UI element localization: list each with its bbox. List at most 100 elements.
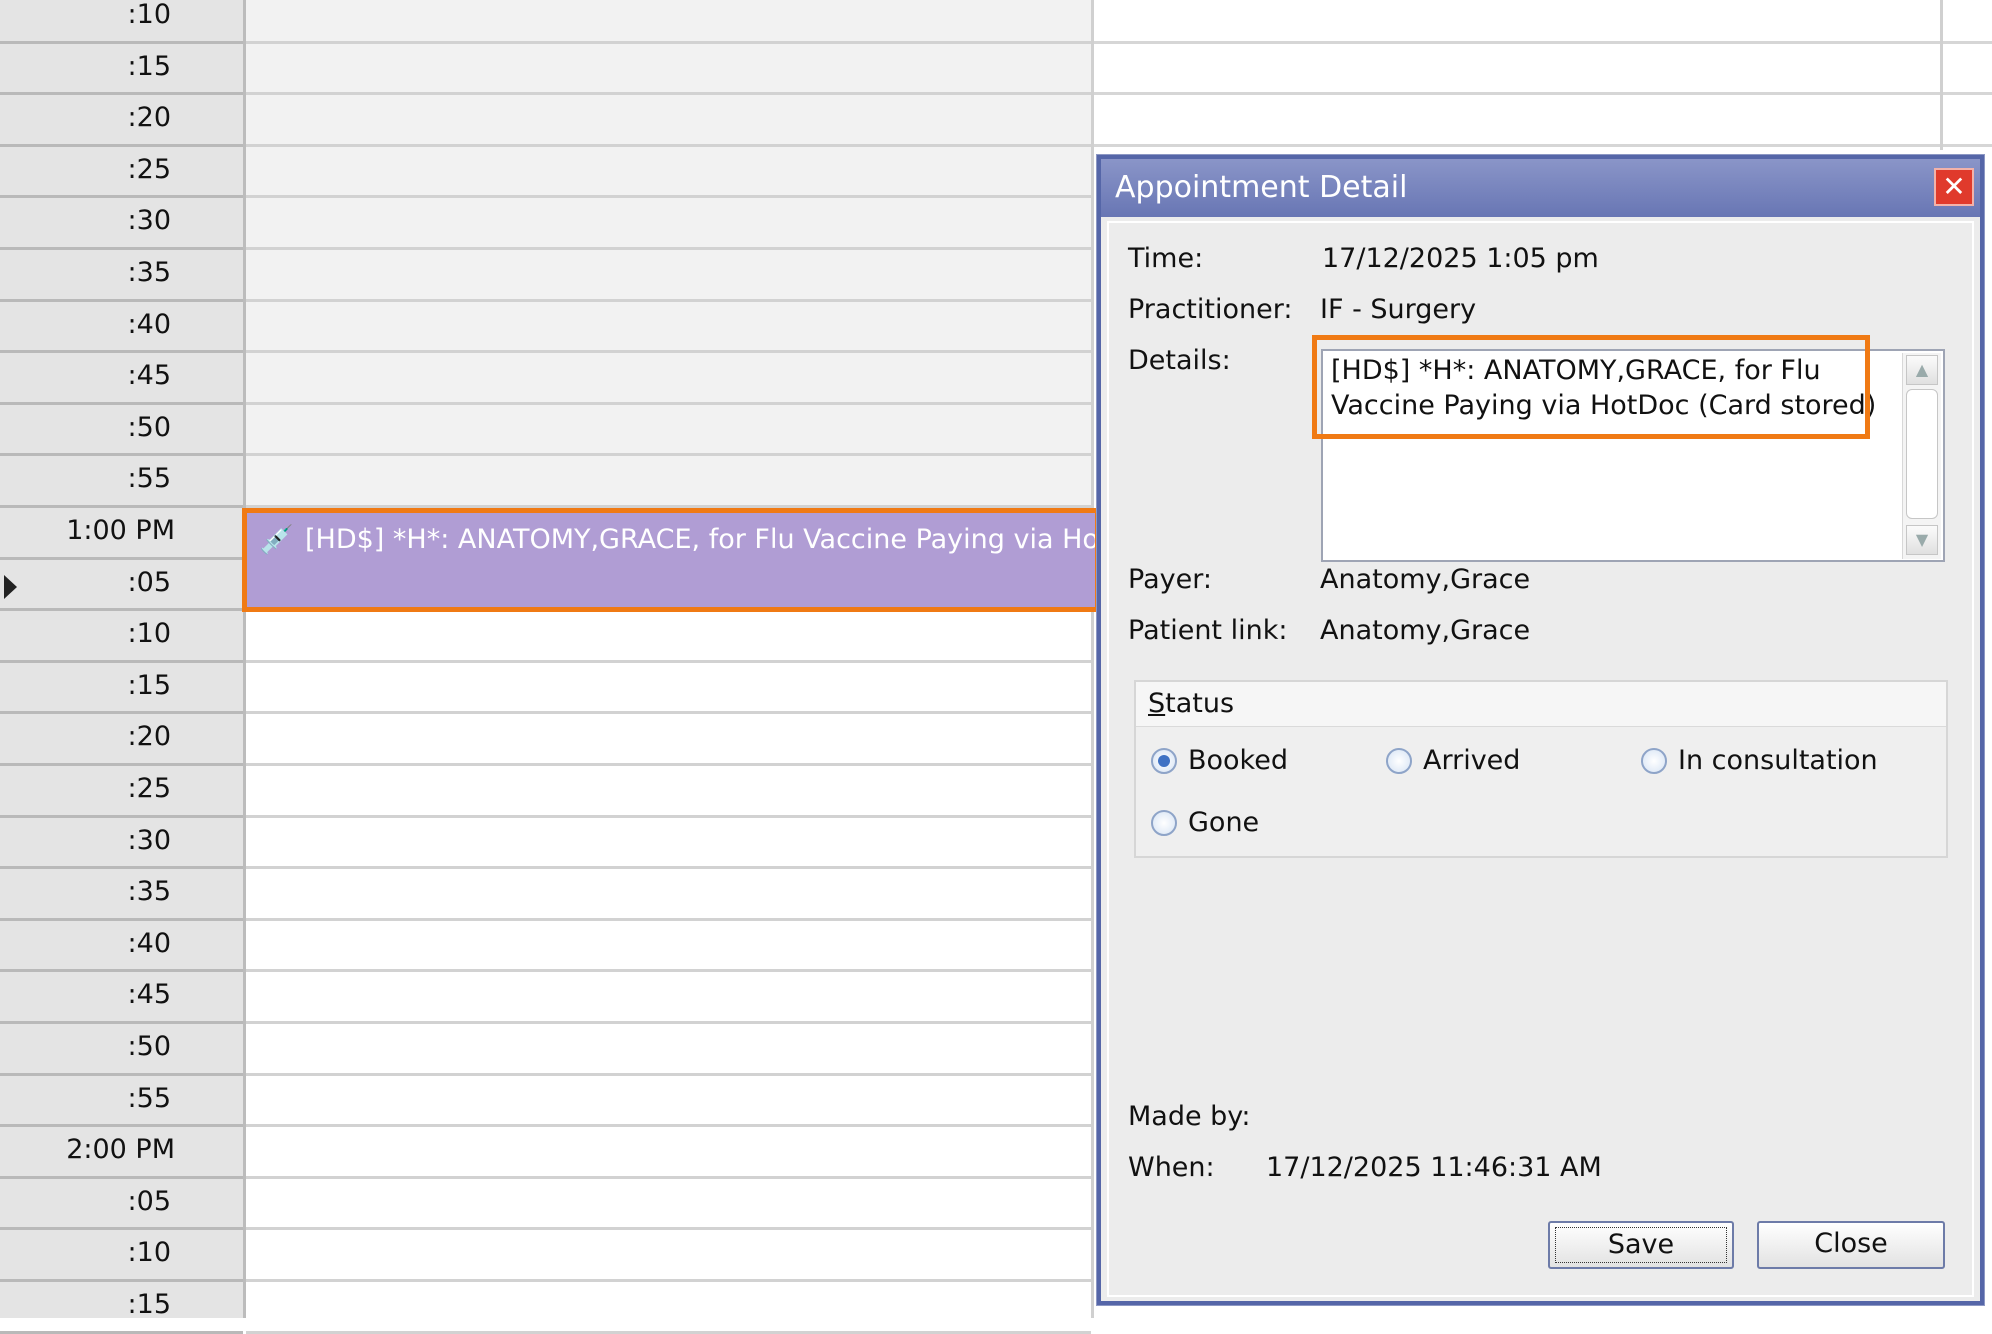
time-slot-label: :25 [0,766,243,818]
time-slot[interactable] [246,1282,1091,1334]
time-slot-label: :50 [0,405,243,457]
time-slot-label: :05 [0,560,243,612]
time-value: 17/12/2025 1:05 pm [1322,243,1599,274]
time-slot[interactable] [246,972,1091,1024]
practitioner-column [246,0,1091,1334]
time-label-text: :25 [127,153,171,185]
time-slot-label: 1:00 PM [0,508,243,560]
time-slot[interactable] [246,250,1091,302]
status-header: Status [1136,682,1946,727]
time-slot-label: :10 [0,1230,243,1282]
time-slot-label: :45 [0,972,243,1024]
scroll-thumb[interactable] [1906,389,1938,519]
time-slot[interactable] [246,0,1091,44]
time-label-text: :20 [127,102,171,134]
appointment-text: [HD$] *H*: ANATOMY,GRACE, for Flu Vaccin… [305,524,1099,555]
time-slot-label: :20 [0,95,243,147]
time-slot[interactable] [246,198,1091,250]
time-slot-label: :55 [0,456,243,508]
time-slot-label: :15 [0,663,243,715]
time-label-text: :10 [127,618,171,650]
time-slot[interactable] [246,817,1091,870]
time-slot[interactable] [246,611,1091,663]
status-title: Status [1148,688,1235,719]
time-label-text: :30 [127,824,171,856]
time-slot-label: :10 [0,0,243,44]
time-label-text: :55 [127,1082,171,1114]
time-slot-label: :15 [0,1282,243,1334]
time-label-text: :50 [127,411,171,443]
details-scrollbar[interactable]: ▲ ▼ [1902,353,1941,559]
time-slot[interactable] [246,301,1091,354]
time-slot[interactable] [246,404,1091,457]
time-slot-label: :10 [0,611,243,663]
time-slot-label: :50 [0,1024,243,1076]
time-label-text: :45 [127,979,171,1011]
time-slot[interactable] [246,662,1091,715]
time-label-text: :45 [127,360,171,392]
gone-radio[interactable] [1151,810,1177,836]
time-label-text: :05 [127,1185,171,1217]
time-slot[interactable] [246,920,1091,973]
time-slot-label: :15 [0,44,243,96]
time-slot[interactable] [246,1127,1091,1179]
time-label-text: :35 [127,876,171,908]
time-label-text: :25 [127,773,171,804]
syringe-icon: 💉 [259,523,294,556]
practitioner-value: IF - Surgery [1320,294,1477,325]
time-label-text: :20 [127,721,171,753]
practitioner-label: Practitioner: [1128,294,1293,325]
booked-label: Booked [1188,745,1288,776]
arrived-label: Arrived [1423,745,1521,776]
time-label-text: :15 [127,1289,171,1320]
time-slot[interactable] [1094,95,1992,147]
time-slot-label: :45 [0,353,243,405]
close-button[interactable]: Close [1757,1221,1945,1269]
time-slot-label: :40 [0,302,243,354]
time-slot[interactable] [246,1230,1091,1282]
booked-radio[interactable] [1151,748,1177,774]
time-slot[interactable] [246,353,1091,405]
save-button-label: Save [1555,1227,1727,1263]
made-by-label: Made by: [1128,1101,1251,1132]
time-slot[interactable] [246,1178,1091,1231]
payer-label: Payer: [1128,564,1212,595]
time-slot[interactable] [246,869,1091,921]
time-slot[interactable] [246,146,1091,199]
time-slot[interactable] [246,766,1091,818]
in-consultation-label: In consultation [1678,745,1878,776]
time-slot[interactable] [246,43,1091,96]
save-button[interactable]: Save [1548,1221,1734,1269]
close-icon[interactable]: ✕ [1934,168,1974,206]
time-slot[interactable] [1094,0,1992,44]
time-slot[interactable] [246,456,1091,508]
scroll-up-icon[interactable]: ▲ [1906,355,1938,385]
time-slot-label: :05 [0,1179,243,1231]
time-slot-label: :20 [0,714,243,766]
appointment-block[interactable]: 💉 [HD$] *H*: ANATOMY,GRACE, for Flu Vacc… [242,508,1100,612]
details-label: Details: [1128,345,1231,376]
time-label-text: :10 [127,1237,171,1269]
dialog-titlebar[interactable]: Appointment Detail ✕ [1101,159,1980,217]
scroll-down-icon[interactable]: ▼ [1906,525,1938,555]
time-slot[interactable] [246,1024,1091,1076]
time-slot[interactable] [246,95,1091,147]
dialog-title: Appointment Detail [1115,170,1408,205]
in-consultation-radio[interactable] [1641,748,1667,774]
when-label: When: [1128,1152,1215,1183]
time-slot[interactable] [246,714,1091,766]
details-textarea[interactable]: [HD$] *H*: ANATOMY,GRACE, for Flu Vaccin… [1321,349,1945,562]
time-slot-label: :30 [0,818,243,870]
time-slot-label: :55 [0,1076,243,1128]
time-slot-label: :25 [0,147,243,199]
time-label-text: :35 [127,257,171,288]
arrived-radio[interactable] [1386,748,1412,774]
time-label: Time: [1128,243,1204,274]
time-slot[interactable] [246,1075,1091,1128]
payer-value: Anatomy,Grace [1320,564,1531,595]
time-slot-label: :35 [0,250,243,302]
time-label-text: :05 [127,566,171,598]
time-slot[interactable] [1094,44,1992,96]
status-group: Status Booked Arrived In consultation Go… [1134,680,1948,858]
time-label-text: :15 [127,50,171,82]
